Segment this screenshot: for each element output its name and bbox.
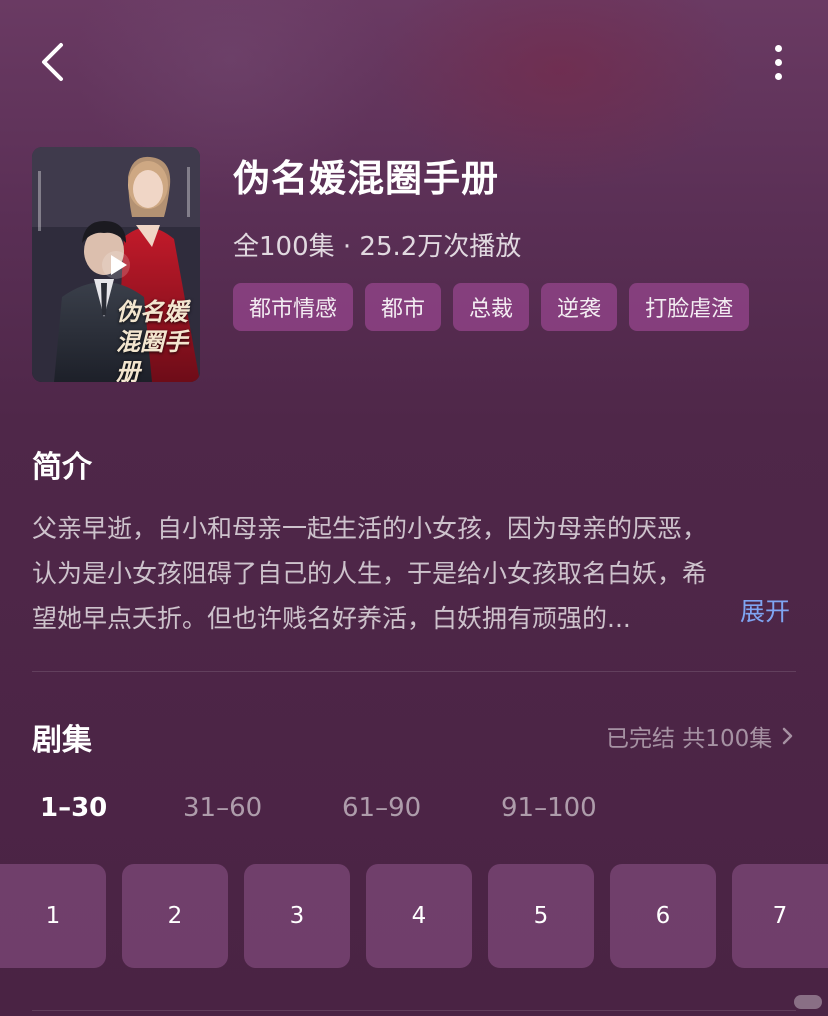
- back-button[interactable]: [32, 40, 72, 84]
- episodes-status-link[interactable]: 已完结 共100集: [606, 719, 794, 753]
- episode-button-7[interactable]: 7: [732, 864, 828, 968]
- intro-line: 父亲早逝，自小和母亲一起生活的小女孩，因为母亲的厌恶，: [32, 514, 708, 543]
- episodes-status: 已完结 共100集: [606, 726, 773, 752]
- range-tab-61-90[interactable]: 61–90: [342, 793, 501, 823]
- episode-range-tabs: 1–30 31–60 61–90 91–100: [40, 793, 621, 823]
- drama-meta: 全100集 · 25.2万次播放: [233, 232, 522, 262]
- episode-button-2[interactable]: 2: [122, 864, 228, 968]
- range-tab-1-30[interactable]: 1–30: [40, 793, 183, 823]
- tag-urban-romance[interactable]: 都市情感: [233, 283, 354, 331]
- tag-list: 都市情感 都市 总裁 逆袭 打脸虐渣: [233, 283, 750, 331]
- intro-line: 认为是小女孩阻碍了自己的人生，于是给小女孩取名白妖，希: [32, 559, 708, 588]
- intro-text: 父亲早逝，自小和母亲一起生活的小女孩，因为母亲的厌恶， 认为是小女孩阻碍了自己的…: [32, 506, 796, 641]
- chevron-left-icon: [42, 43, 63, 81]
- tag-comeback[interactable]: 逆袭: [541, 283, 618, 331]
- chevron-right-icon: [782, 727, 793, 745]
- episode-button-5[interactable]: 5: [488, 864, 594, 968]
- range-tab-31-60[interactable]: 31–60: [183, 793, 342, 823]
- drama-title: 伪名媛混圈手册: [233, 157, 499, 200]
- episode-button-4[interactable]: 4: [366, 864, 472, 968]
- watermark-badge: [794, 995, 822, 1009]
- episode-button-3[interactable]: 3: [244, 864, 350, 968]
- more-vertical-icon: [774, 44, 782, 52]
- tag-urban[interactable]: 都市: [365, 283, 442, 331]
- episode-button-6[interactable]: 6: [610, 864, 716, 968]
- drama-poster[interactable]: 伪名媛混圈手册: [32, 147, 200, 382]
- top-bar: [0, 0, 828, 120]
- tag-ceo[interactable]: 总裁: [453, 283, 530, 331]
- tag-revenge[interactable]: 打脸虐渣: [629, 283, 750, 331]
- intro-heading: 简介: [32, 450, 92, 485]
- more-options-button[interactable]: [760, 40, 796, 84]
- episode-list: 1 2 3 4 5 6 7: [0, 864, 828, 968]
- intro-line: 望她早点夭折。但也许贱名好养活，白妖拥有顽强的...: [32, 604, 631, 633]
- poster-title-art: 伪名媛混圈手册: [116, 297, 188, 382]
- bottom-divider: [32, 1010, 796, 1011]
- section-divider: [32, 671, 796, 672]
- range-tab-91-100[interactable]: 91–100: [501, 793, 621, 823]
- episode-button-1[interactable]: 1: [0, 864, 106, 968]
- expand-intro-link[interactable]: 展开: [740, 592, 790, 628]
- episodes-heading: 剧集: [32, 723, 92, 758]
